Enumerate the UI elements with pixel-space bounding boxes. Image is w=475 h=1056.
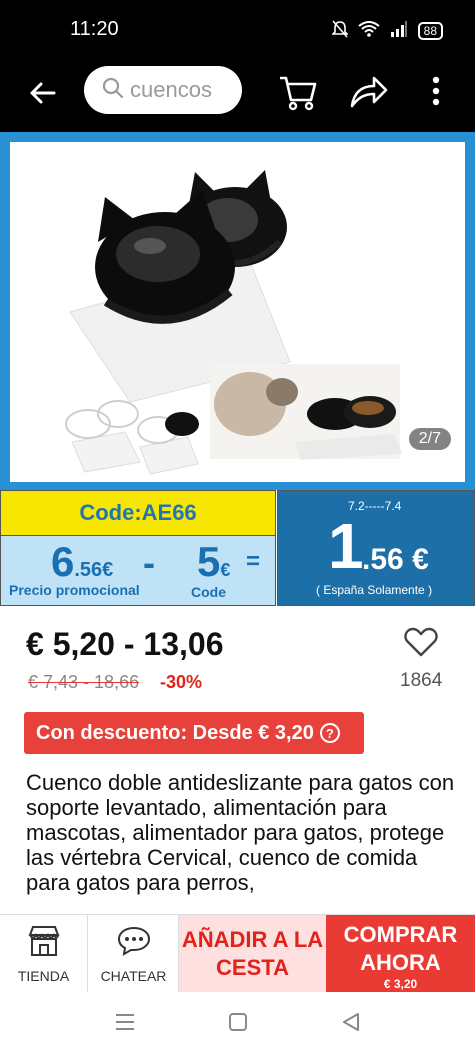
- back-arrow-icon[interactable]: [26, 76, 60, 110]
- coupon-label: Con descuento: Desde € 3,20: [36, 721, 314, 744]
- recents-icon[interactable]: [114, 1012, 136, 1037]
- promo-banner: Code:AE66 6.56€ - 5€ = Precio promociona…: [0, 490, 475, 606]
- status-bar: 11:20 88: [0, 0, 475, 60]
- promo-minus: -: [143, 542, 155, 583]
- promo-final-price: 7.2-----7.4 1 .56 € ( España Solamente ): [277, 490, 475, 606]
- discount-percent: -30%: [160, 672, 203, 692]
- back-nav-icon[interactable]: [340, 1012, 362, 1037]
- region-note: ( España Solamente ): [316, 583, 433, 597]
- search-placeholder: cuencos: [130, 77, 212, 102]
- code-value-int: 5: [197, 538, 221, 585]
- original-price: € 7,43 - 18,66: [28, 672, 140, 692]
- mute-icon: [330, 20, 349, 41]
- image-counter: 2/7: [408, 428, 451, 450]
- final-price-currency: €: [412, 543, 429, 576]
- more-options-icon[interactable]: [430, 76, 442, 113]
- chat-icon: [116, 925, 152, 962]
- wifi-icon: [358, 21, 380, 40]
- add-to-cart-button[interactable]: AÑADIR A LA CESTA: [179, 915, 326, 993]
- store-button[interactable]: TIENDA: [0, 915, 88, 993]
- final-price-dec: .56 €: [362, 543, 429, 577]
- promo-code-value: 5€: [197, 538, 230, 586]
- store-icon: [27, 925, 61, 962]
- final-price-decimals: .56: [362, 543, 404, 576]
- chat-button[interactable]: CHATEAR: [89, 915, 179, 993]
- home-icon[interactable]: [227, 1012, 249, 1037]
- promo-price-dec: .56: [74, 559, 103, 581]
- battery-icon: 88: [417, 21, 443, 40]
- promo-calculation: 6.56€ - 5€ = Precio promocional Code: [0, 536, 276, 606]
- promo-price-cur: €: [102, 559, 114, 581]
- discount-coupon-button[interactable]: Con descuento: Desde € 3,20 ?: [24, 712, 364, 754]
- heart-icon[interactable]: [404, 626, 438, 663]
- question-icon[interactable]: ?: [319, 723, 340, 743]
- store-label: TIENDA: [17, 967, 70, 984]
- product-title: Cuenco doble antideslizante para gatos c…: [26, 770, 455, 895]
- promo-price-label: Precio promocional: [9, 582, 140, 598]
- top-app-bar: cuencos: [0, 60, 475, 132]
- final-price-int: 1: [328, 510, 364, 582]
- system-nav-bar: [0, 992, 475, 1056]
- share-icon[interactable]: [348, 74, 388, 115]
- buy-now-price: € 3,20: [383, 977, 418, 991]
- promo-code-word: Code: [191, 584, 226, 600]
- code-value-cur: €: [220, 560, 231, 580]
- status-time: 11:20: [70, 18, 119, 40]
- buy-now-label: COMPRAR AHORA: [343, 922, 458, 975]
- chat-label: CHATEAR: [100, 967, 167, 984]
- promo-code-box: Code:AE66: [0, 490, 276, 536]
- search-input[interactable]: cuencos: [84, 66, 242, 114]
- buy-now-button[interactable]: COMPRAR AHORA € 3,20: [326, 915, 475, 993]
- signal-icon: [390, 21, 408, 40]
- promo-code-label: Code:AE66: [79, 500, 197, 525]
- wishlist-count: 1864: [400, 670, 443, 691]
- product-image: [10, 142, 465, 482]
- price-range: € 5,20 - 13,06: [26, 626, 224, 662]
- promo-price: 6.56€: [51, 538, 113, 586]
- promo-price-int: 6: [51, 538, 75, 585]
- status-icons: 88: [330, 20, 443, 41]
- search-icon: [102, 77, 124, 104]
- promo-equals: =: [246, 548, 261, 575]
- cart-icon[interactable]: [278, 74, 318, 117]
- bottom-action-bar: TIENDA CHATEAR AÑADIR A LA CESTA COMPRAR…: [0, 914, 475, 993]
- product-image-gallery[interactable]: [0, 132, 475, 490]
